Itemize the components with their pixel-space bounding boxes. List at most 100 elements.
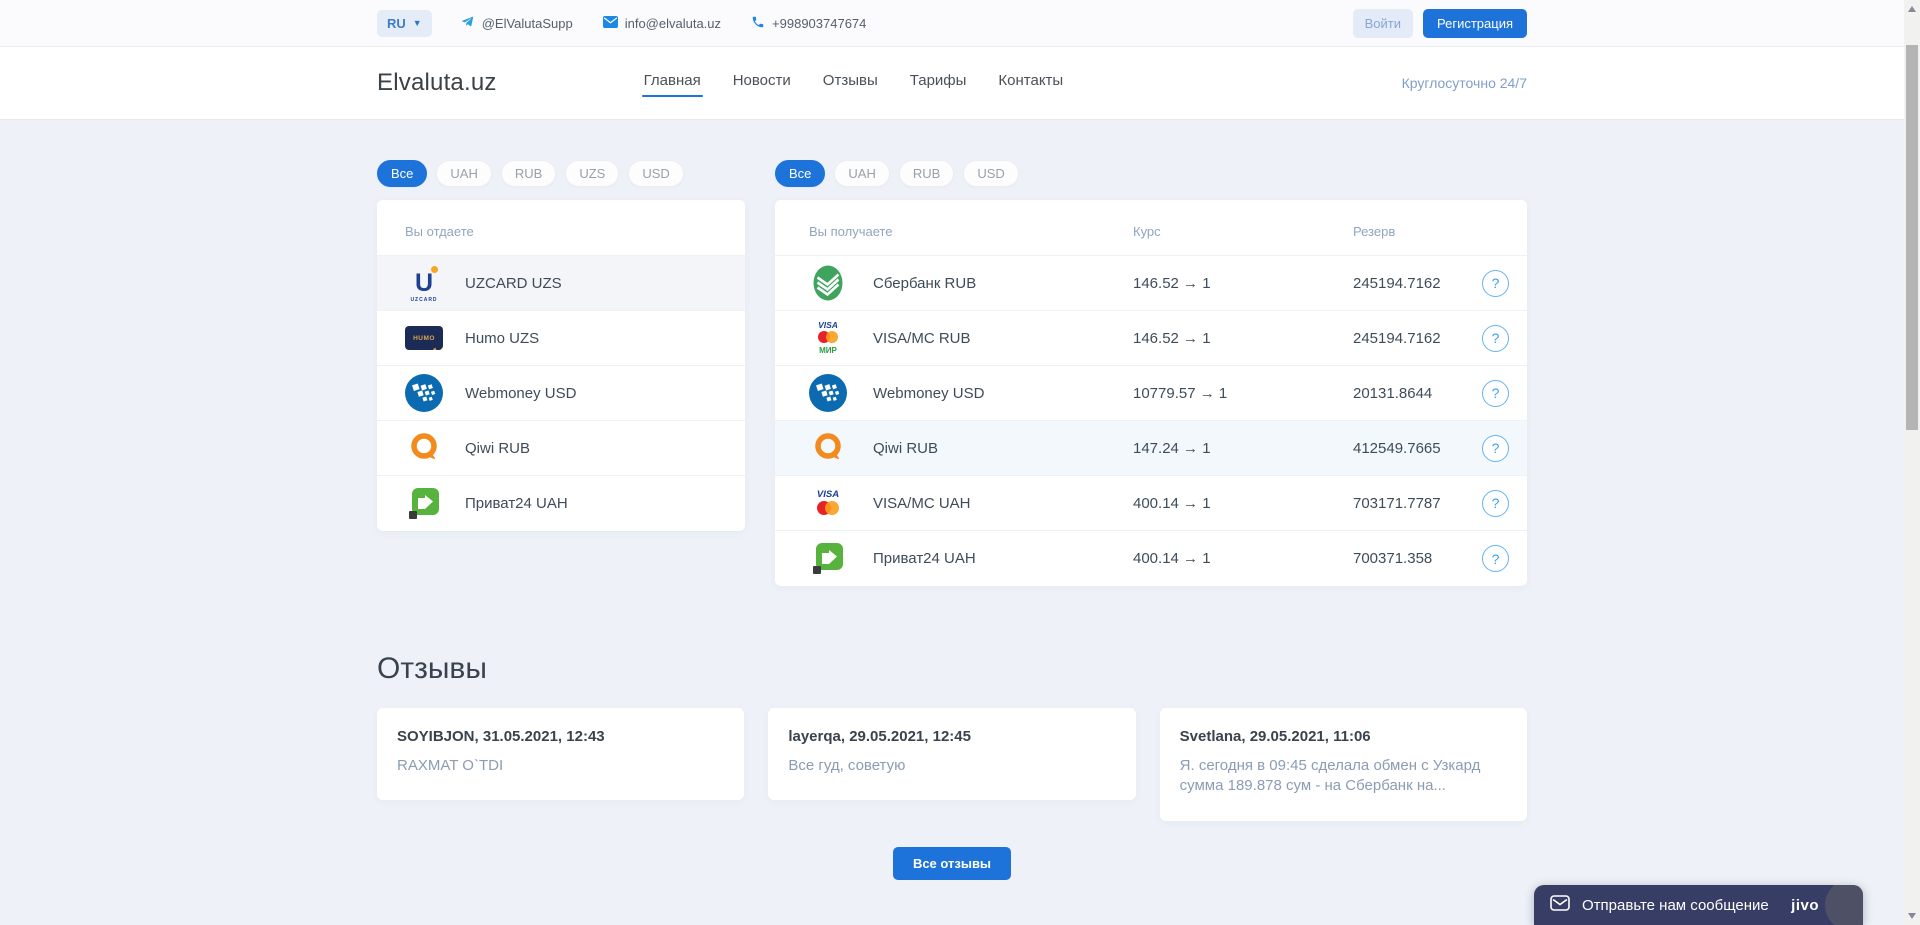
page-scrollbar [1904,0,1920,925]
get-panel: Вы получаете Курс Резерв Сбербанк RUB 14… [775,200,1527,586]
review-text: Все гуд, советую [788,757,906,774]
help-icon[interactable]: ? [1482,324,1509,352]
phone-icon [751,15,765,32]
get-filter-rub[interactable]: RUB [898,160,955,187]
review-author: layerqa, 29.05.2021, 12:45 [788,728,971,745]
give-currency-filters: Все UAH RUB UZS USD [377,160,745,187]
telegram-handle: @ElValutaSupp [481,15,573,31]
give-filter-rub[interactable]: RUB [500,160,557,187]
webmoney-icon [405,374,443,412]
email-address: info@elvaluta.uz [624,15,722,31]
qiwi-icon [809,429,847,467]
reviews-section: Отзывы SOYIBJON, 31.05.2021, 12:43 RAXMA… [377,652,1527,900]
chat-bubble [1825,885,1863,925]
get-column: Все UAH RUB USD Вы получаете Курс Резерв [775,160,1527,586]
give-option-label: Приват24 UAH [465,495,568,512]
get-option-reserve: 20131.8644 [1353,384,1433,402]
give-option-label: UZCARD UZS [465,274,562,292]
give-option-label: Qiwi RUB [465,439,531,457]
give-option-label: Humo UZS [465,329,540,347]
qiwi-icon [405,429,443,467]
get-currency-filters: Все UAH RUB USD [775,160,1527,187]
webmoney-icon [809,374,847,412]
jivo-logo: jivo [1791,896,1819,914]
get-option-reserve: 412549.7665 [1353,439,1441,457]
exchange-section: Все UAH RUB UZS USD Вы отдаете U UZCARD U… [377,160,1527,586]
scrollbar-up-arrow-icon[interactable] [1908,6,1916,12]
help-icon[interactable]: ? [1482,269,1509,297]
privat24-icon [405,485,443,523]
get-option-qiwi[interactable]: Qiwi RUB 147.24 → 1 412549.7665 ? [775,421,1527,476]
all-reviews-button[interactable]: Все отзывы [892,846,1012,880]
get-option-webmoney[interactable]: Webmoney USD 10779.57 → 1 20131.8644 ? [775,366,1527,421]
get-option-label: VISA/MC UAH [873,494,971,512]
get-option-label: Сбербанк RUB [873,274,977,292]
get-option-rate: 146.52 → 1 [1133,274,1211,292]
nav-item-tariffs[interactable]: Тарифы [908,64,969,103]
scrollbar-thumb[interactable] [1906,45,1918,430]
language-value: RU [387,15,406,31]
column-header-rate: Курс [1133,224,1161,239]
get-option-visamc-rub[interactable]: VISA МИР VISA/MC RUB 146.52 → 1 245194.71… [775,311,1527,366]
give-option-webmoney[interactable]: Webmoney USD [377,366,745,421]
site-header: Elvaluta.uz Главная Новости Отзывы Тариф… [0,47,1904,120]
review-author: Svetlana, 29.05.2021, 11:06 [1179,728,1371,745]
message-envelope-icon [1550,894,1570,916]
register-button[interactable]: Регистрация [1423,8,1527,38]
get-filter-all[interactable]: Все [775,160,826,187]
review-text: Я. сегодня в 09:45 сделала обмен с Узкар… [1179,757,1481,795]
get-option-label: VISA/MC RUB [873,329,971,347]
site-logo[interactable]: Elvaluta.uz [377,69,497,97]
reviews-title: Отзывы [377,652,487,685]
chat-widget[interactable]: Отправьте нам сообщение jivo [1534,885,1863,925]
email-link[interactable]: info@elvaluta.uz [602,15,722,31]
scrollbar-down-arrow-icon[interactable] [1908,913,1916,919]
get-option-reserve: 703171.7787 [1353,494,1441,512]
give-option-uzcard[interactable]: U UZCARD UZCARD UZS [377,256,745,311]
nav-item-reviews[interactable]: Отзывы [821,64,880,103]
get-table-header: Вы получаете Курс Резерв [775,200,1527,256]
svg-text:МИР: МИР [819,346,837,355]
chat-message: Отправьте нам сообщение [1582,896,1769,914]
give-filter-usd[interactable]: USD [628,160,684,187]
review-text: RAXMAT O`TDI [397,757,504,774]
give-panel: Вы отдаете U UZCARD UZCARD UZS HUMO Humo … [377,200,745,531]
review-card: SOYIBJON, 31.05.2021, 12:43 RAXMAT O`TDI [377,708,745,801]
main-content: Все UAH RUB UZS USD Вы отдаете U UZCARD U… [0,120,1904,900]
help-icon[interactable]: ? [1482,379,1509,407]
language-selector[interactable]: RU ▼ [377,9,432,37]
column-header-reserve: Резерв [1353,224,1396,239]
get-option-label: Webmoney USD [873,384,985,402]
get-option-visamc-uah[interactable]: VISA VISA/MC UAH 400.14 → 1 703171.7787 … [775,476,1527,531]
review-card: layerqa, 29.05.2021, 12:45 Все гуд, сове… [768,708,1136,801]
review-card: Svetlana, 29.05.2021, 11:06 Я. сегодня в… [1159,708,1527,821]
give-filter-uzs[interactable]: UZS [565,160,620,187]
get-filter-usd[interactable]: USD [963,160,1019,187]
give-filter-uah[interactable]: UAH [436,160,492,187]
give-option-humo[interactable]: HUMO Humo UZS [377,311,745,366]
give-option-qiwi[interactable]: Qiwi RUB [377,421,745,476]
help-icon[interactable]: ? [1482,434,1509,462]
phone-number: +998903747674 [772,15,867,31]
visa-mc-mir-icon: VISA МИР [809,319,847,357]
nav-item-home[interactable]: Главная [641,64,703,103]
help-icon[interactable]: ? [1482,489,1509,517]
nav-item-contacts[interactable]: Контакты [996,64,1065,103]
chevron-down-icon: ▼ [412,18,422,28]
nav-item-news[interactable]: Новости [731,64,793,103]
give-panel-title: Вы отдаете [377,200,745,256]
visa-mc-icon: VISA [809,484,847,522]
get-option-sberbank[interactable]: Сбербанк RUB 146.52 → 1 245194.7162 ? [775,256,1527,311]
get-option-reserve: 245194.7162 [1353,329,1441,347]
contact-links: @ElValutaSupp info@elvaluta.uz +99890374… [460,14,866,32]
main-nav: Главная Новости Отзывы Тарифы Контакты [641,64,1066,103]
telegram-link[interactable]: @ElValutaSupp [460,14,573,32]
get-filter-uah[interactable]: UAH [834,160,890,187]
email-icon [602,15,618,31]
login-button[interactable]: Войти [1352,8,1413,38]
give-filter-all[interactable]: Все [377,160,428,187]
phone-link[interactable]: +998903747674 [751,15,866,32]
get-option-privat24[interactable]: Приват24 UAH 400.14 → 1 700371.358 ? [775,531,1527,586]
give-option-privat24[interactable]: Приват24 UAH [377,476,745,531]
help-icon[interactable]: ? [1482,545,1509,572]
